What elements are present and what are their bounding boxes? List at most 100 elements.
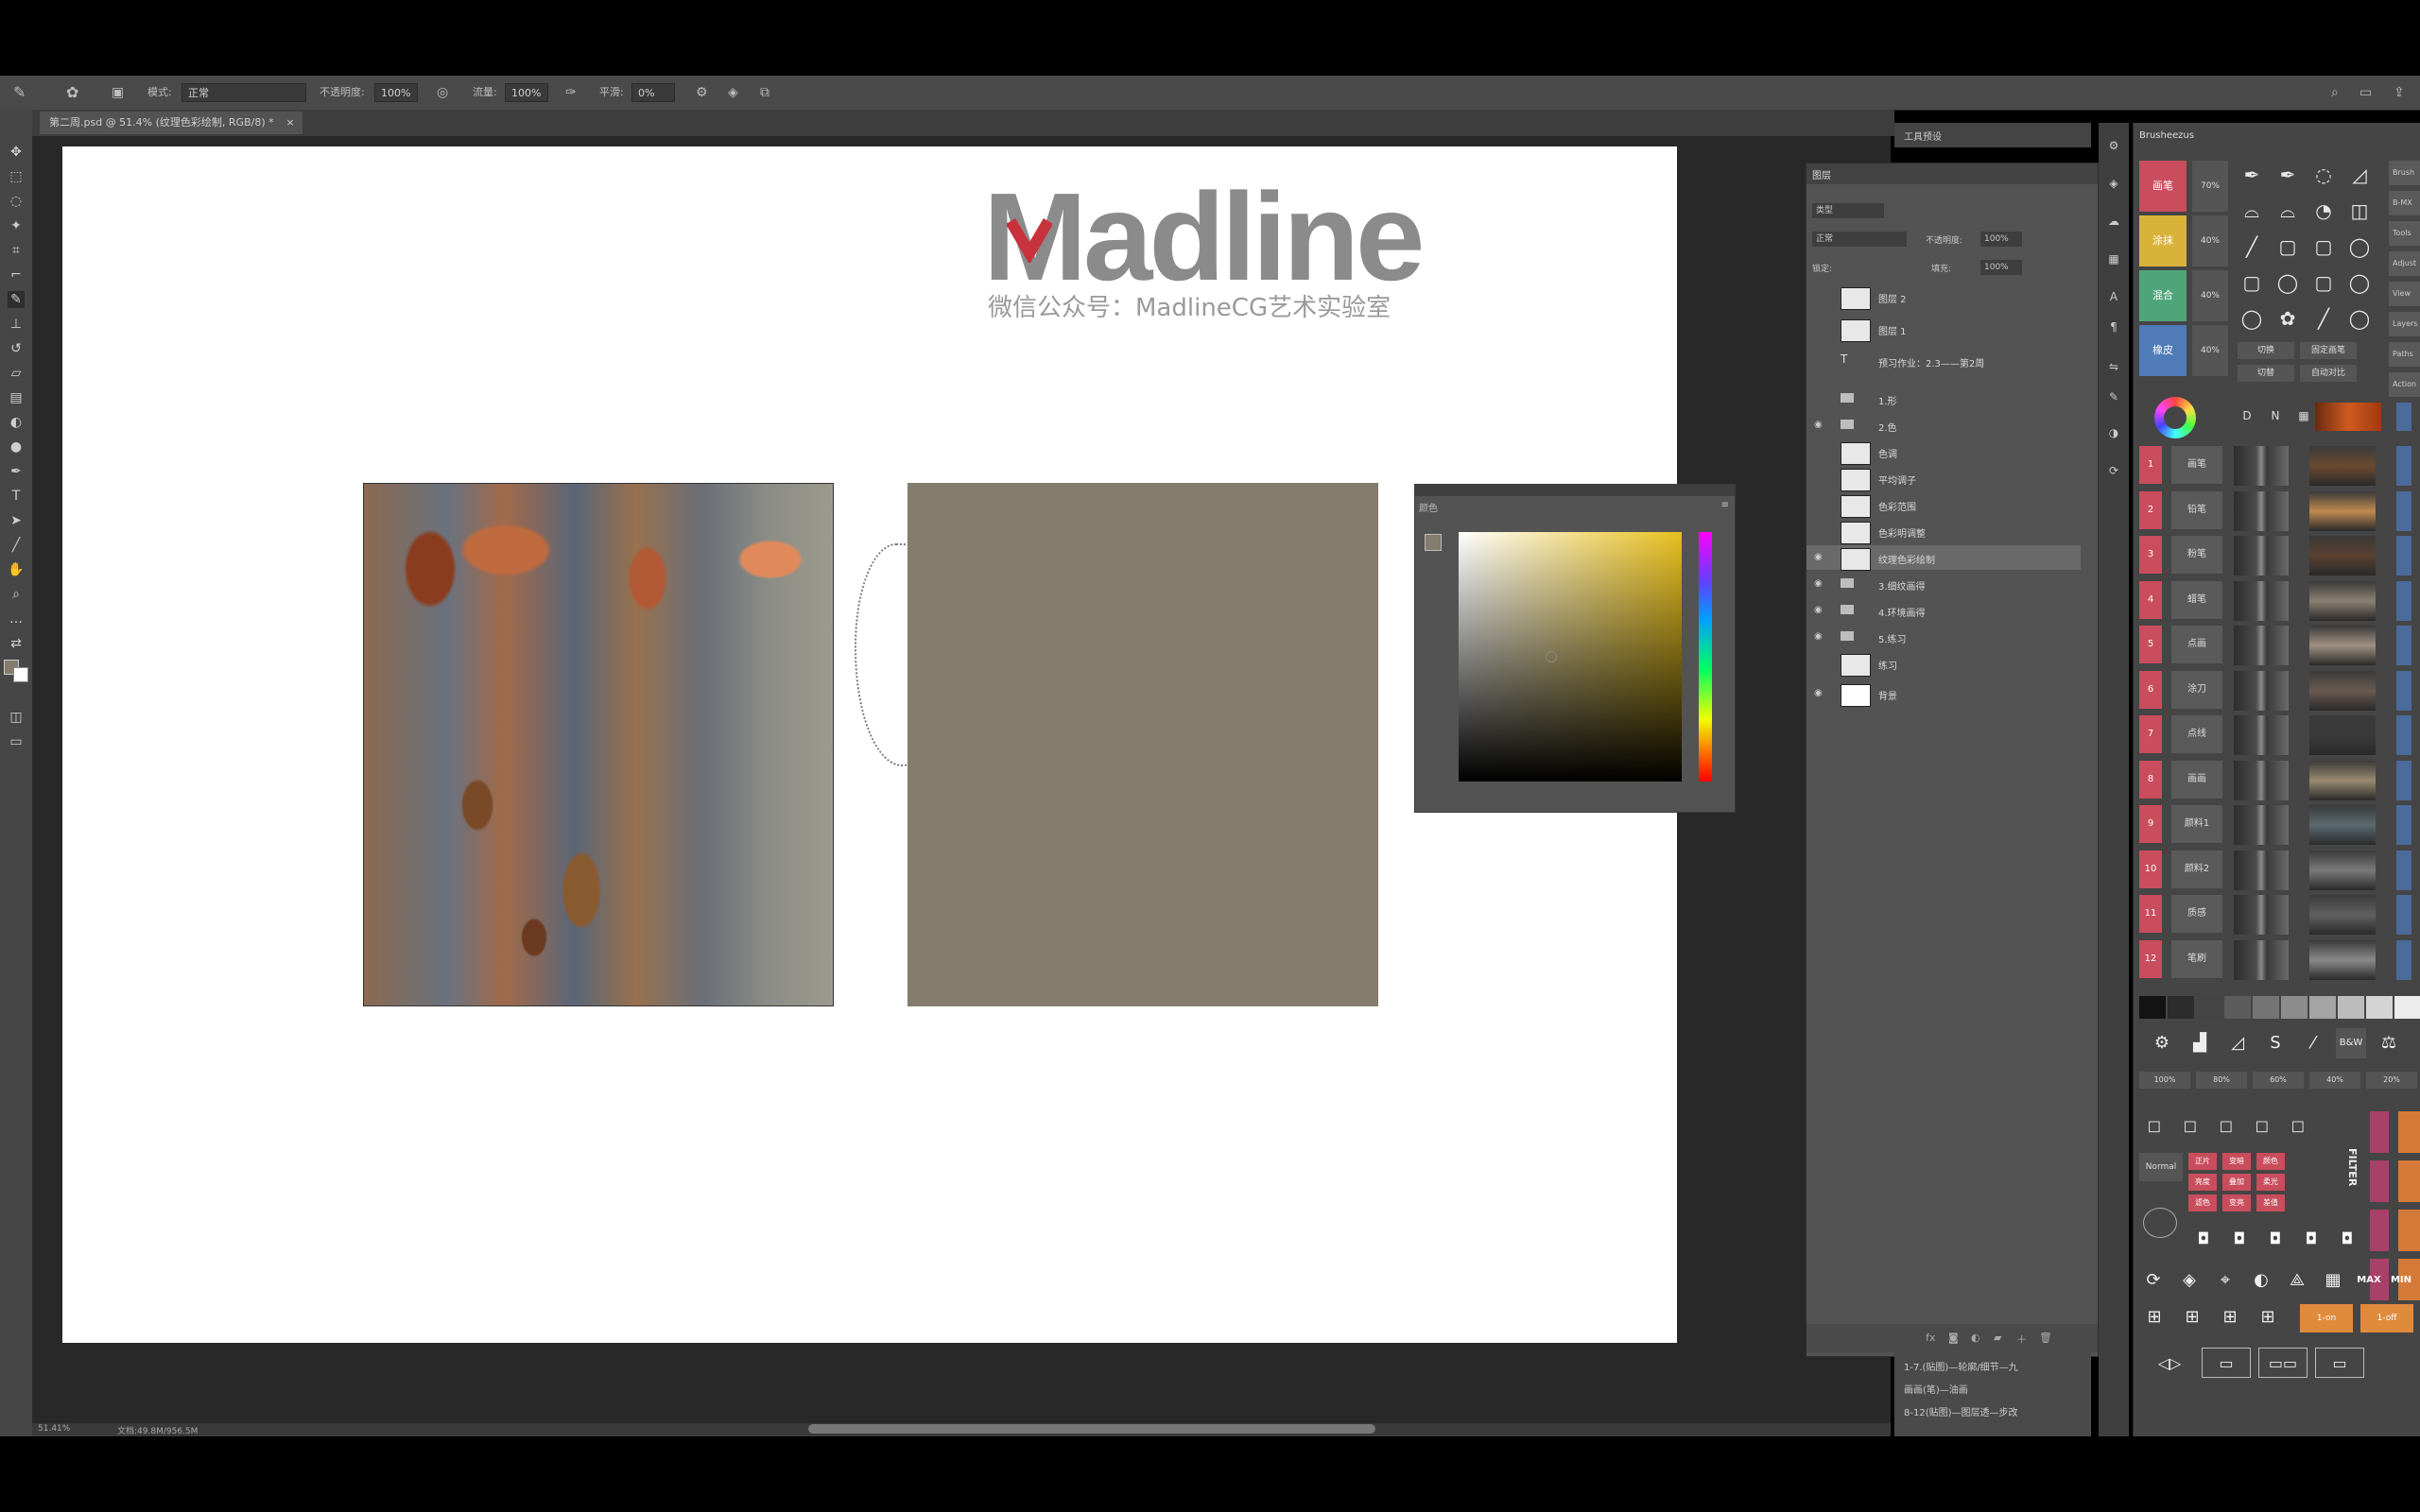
brush-slot-name[interactable]: 笔刷: [2171, 939, 2222, 978]
brush-tool-icon[interactable]: ✎: [13, 83, 26, 102]
rotate-icon[interactable]: ◔: [2309, 197, 2338, 225]
blend-mode-button[interactable]: 柔光: [2256, 1174, 2285, 1191]
frame-icon[interactable]: ▭: [2202, 1348, 2251, 1378]
mode-select[interactable]: 正常: [182, 83, 306, 102]
brush-slot-number[interactable]: 12: [2139, 939, 2162, 978]
frame-icon[interactable]: ▭: [2315, 1348, 2364, 1378]
circle-icon[interactable]: ◯: [2273, 268, 2302, 297]
brush-slot-name[interactable]: 铅笔: [2171, 490, 2222, 529]
blend-mode-button[interactable]: 滤色: [2188, 1194, 2217, 1211]
layer-row[interactable]: ◉ 3.细纹画得: [1806, 572, 2081, 596]
rect-select-icon[interactable]: ▢: [2309, 232, 2338, 261]
orange-tab[interactable]: [2398, 1111, 2420, 1153]
character-icon[interactable]: A: [2106, 289, 2121, 304]
layers-tab[interactable]: 图层: [1812, 167, 1831, 181]
swap-colors-icon[interactable]: ⇄: [8, 635, 25, 652]
history-brush-icon[interactable]: ↺: [8, 340, 25, 357]
brush-mode-button[interactable]: 橡皮: [2139, 325, 2187, 376]
gray-swatch[interactable]: [2338, 996, 2364, 1019]
scroll-strip[interactable]: [2396, 760, 2411, 800]
layer-opacity-field[interactable]: 100%: [1980, 232, 2022, 247]
brush-slot-number[interactable]: 10: [2139, 850, 2162, 888]
layer-filter-select[interactable]: 类型: [1812, 203, 1884, 218]
airbrush-icon[interactable]: ✑: [565, 83, 577, 102]
brush-tool-icon[interactable]: ✎: [8, 291, 25, 308]
layer-row[interactable]: 色彩范围: [1806, 492, 2081, 518]
gray-swatch[interactable]: [2253, 996, 2279, 1019]
brush-slot-number[interactable]: 11: [2139, 895, 2162, 933]
properties-icon[interactable]: ⇋: [2106, 359, 2121, 374]
more-tools-icon[interactable]: …: [8, 610, 25, 627]
panel-menu-icon[interactable]: ≡: [1721, 500, 1729, 510]
stamp-tool-icon[interactable]: ⊥: [8, 316, 25, 333]
scroll-strip[interactable]: [2396, 939, 2411, 980]
path-select-icon[interactable]: ➤: [8, 512, 25, 529]
rect-outline-icon[interactable]: ▢: [2238, 268, 2266, 297]
close-tab-icon[interactable]: ×: [285, 112, 294, 134]
toggle-square-icon[interactable]: ◘: [2298, 1227, 2325, 1251]
crop-tool-icon[interactable]: ⌗: [8, 242, 25, 259]
layer-row[interactable]: ◉ 纹理色彩绘制: [1806, 545, 2081, 571]
mode-percent[interactable]: 40%: [2192, 215, 2228, 266]
type-tool-icon[interactable]: T: [8, 488, 25, 505]
blend-mode-button[interactable]: 差值: [2256, 1194, 2285, 1211]
brush-mode-button[interactable]: 混合: [2139, 270, 2187, 321]
scroll-strip[interactable]: [2396, 580, 2411, 621]
side-tab[interactable]: Brush: [2389, 161, 2420, 185]
brush-flag-icon[interactable]: D: [2236, 399, 2258, 433]
zoom-preset[interactable]: 60%: [2253, 1072, 2304, 1089]
toggle-square-icon[interactable]: ◘: [2262, 1227, 2289, 1251]
layer-row[interactable]: 色调: [1806, 439, 2081, 465]
adjustment-icon[interactable]: S: [2260, 1028, 2290, 1058]
brush-settings-icon[interactable]: ✎: [2106, 389, 2121, 404]
zoom-preset[interactable]: 80%: [2196, 1072, 2247, 1089]
ellipse-icon[interactable]: ◯: [2345, 232, 2374, 261]
side-tab[interactable]: B-MX: [2389, 191, 2420, 215]
visibility-eye-icon[interactable]: [1814, 472, 1825, 484]
adjustment-icon[interactable]: ⚙: [2147, 1028, 2177, 1058]
tool-presets-panel-tab[interactable]: 工具预设: [1894, 123, 2091, 147]
actions-icon[interactable]: ⟳: [2106, 463, 2121, 478]
shape-icon[interactable]: ◻: [2249, 1113, 2275, 1140]
color-panel-header[interactable]: [1415, 485, 1735, 496]
zoom-preset[interactable]: 40%: [2309, 1072, 2360, 1089]
background-color-swatch[interactable]: [13, 667, 28, 682]
paragraph-icon[interactable]: ¶: [2106, 319, 2121, 335]
history-row[interactable]: 画画(笔)—油画: [1904, 1382, 1968, 1396]
move-tool-icon[interactable]: ✥: [8, 144, 25, 161]
brush-slot-name[interactable]: 颜料1: [2171, 805, 2222, 843]
blend-mode-button[interactable]: 变暗: [2222, 1153, 2251, 1170]
scroll-strip[interactable]: [2396, 403, 2411, 431]
visibility-eye-icon[interactable]: [1814, 393, 1825, 404]
mini-toggle[interactable]: 切替: [2238, 365, 2294, 382]
frame-icon[interactable]: ◁▷: [2145, 1348, 2194, 1378]
visibility-eye-icon[interactable]: ◉: [1814, 578, 1825, 590]
rect-icon[interactable]: ▢: [2273, 232, 2302, 261]
quick-tool-icon[interactable]: ⟳: [2139, 1266, 2168, 1295]
history-row[interactable]: 8-12(贴图)—图层透—步改: [1904, 1404, 2018, 1418]
visibility-eye-icon[interactable]: ◉: [1814, 605, 1825, 616]
visibility-eye-icon[interactable]: ◉: [1814, 552, 1825, 563]
pink-tab[interactable]: [2370, 1210, 2389, 1251]
brush-slot-name[interactable]: 点线: [2171, 715, 2222, 753]
quick-tool-icon[interactable]: ▦: [2319, 1266, 2347, 1295]
brush-slot-name[interactable]: 蜡笔: [2171, 580, 2222, 619]
adjustment-icon[interactable]: ◿: [2222, 1028, 2253, 1058]
mode-percent[interactable]: 40%: [2192, 270, 2228, 321]
mini-toggle[interactable]: 固定画笔: [2300, 342, 2357, 359]
shape-icon[interactable]: ◻: [2213, 1113, 2239, 1140]
adjustment-icon[interactable]: ⁄: [2298, 1028, 2328, 1058]
scroll-strip[interactable]: [2396, 670, 2411, 711]
saturation-value-field[interactable]: [1459, 532, 1682, 782]
scroll-strip[interactable]: [2396, 446, 2411, 486]
circle-outline-icon[interactable]: ◯: [2345, 268, 2374, 297]
gray-swatch[interactable]: [2366, 996, 2393, 1019]
square-icon[interactable]: ▢: [2309, 268, 2338, 297]
symmetry-icon[interactable]: ⧉: [760, 83, 769, 102]
gray-swatch[interactable]: [2309, 996, 2336, 1019]
pen-tool-icon[interactable]: ✒: [8, 463, 25, 480]
visibility-eye-icon[interactable]: [1814, 323, 1825, 335]
adjustment-icon[interactable]: B&W: [2336, 1028, 2366, 1058]
frame-icon[interactable]: ▭▭: [2258, 1348, 2308, 1378]
min-button[interactable]: MIN: [2387, 1266, 2415, 1295]
